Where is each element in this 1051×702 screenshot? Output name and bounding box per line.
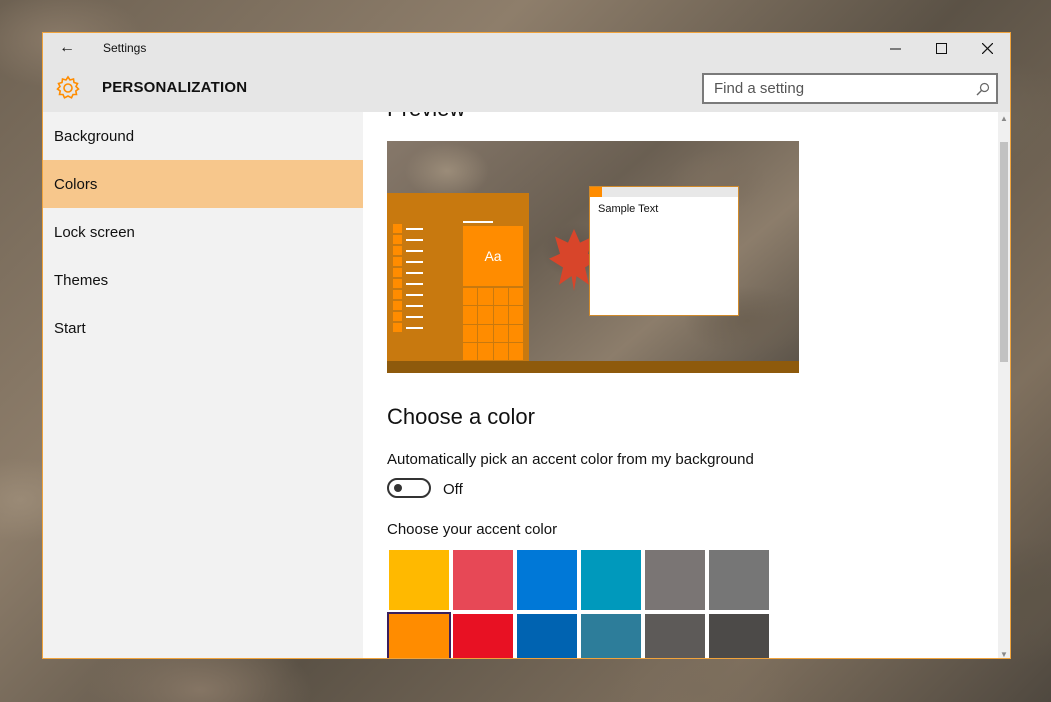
choose-color-heading: Choose a color (387, 404, 535, 429)
accent-color-swatch[interactable] (453, 614, 513, 658)
preview-tile: Aa (463, 226, 523, 286)
preview-sample-window: Sample Text (589, 186, 739, 316)
gear-icon (56, 75, 80, 99)
preview-app-list (393, 223, 423, 333)
accent-color-swatch[interactable] (453, 550, 513, 610)
accent-color-swatch[interactable] (645, 614, 705, 658)
accent-color-swatch[interactable] (387, 612, 451, 658)
maximize-button[interactable] (918, 33, 964, 63)
close-icon (981, 42, 993, 54)
accent-color-swatch[interactable] (709, 550, 769, 610)
back-arrow-icon: ← (59, 39, 75, 56)
main-content: Preview Aa (363, 112, 998, 658)
sidebar-item-colors[interactable]: Colors (43, 160, 363, 208)
auto-pick-label: Automatically pick an accent color from … (387, 451, 754, 468)
color-preview: Aa Sample Text (387, 141, 799, 373)
search-input[interactable] (704, 75, 970, 102)
accent-color-swatch[interactable] (517, 550, 577, 610)
window-controls (872, 33, 1010, 63)
accent-color-grid (387, 550, 769, 658)
maximize-icon (935, 42, 947, 54)
accent-color-swatch[interactable] (389, 550, 449, 610)
preview-tile-grid (463, 288, 523, 360)
accent-color-swatch[interactable] (645, 550, 705, 610)
scrollbar[interactable]: ▲ ▼ (998, 112, 1010, 659)
toggle-knob (394, 484, 402, 492)
sidebar-item-label: Background (54, 127, 135, 145)
sidebar-item-start[interactable]: Start (43, 304, 363, 352)
auto-pick-toggle[interactable] (387, 478, 431, 498)
sidebar-item-lock-screen[interactable]: Lock screen (43, 208, 363, 256)
minimize-button[interactable] (872, 33, 918, 63)
preview-divider (463, 221, 493, 223)
window-title: Settings (103, 41, 147, 55)
minimize-icon (889, 48, 901, 49)
preview-start-menu: Aa (387, 193, 529, 373)
accent-color-label: Choose your accent color (387, 521, 558, 538)
search-icon[interactable] (970, 76, 996, 102)
accent-color-swatch[interactable] (517, 614, 577, 658)
sidebar: Background Colors Lock screen Themes Sta… (43, 112, 363, 658)
scroll-up-icon[interactable]: ▲ (998, 112, 1010, 124)
sidebar-item-themes[interactable]: Themes (43, 256, 363, 304)
accent-color-swatch[interactable] (581, 614, 641, 658)
back-button[interactable]: ← (43, 33, 91, 63)
accent-color-swatch[interactable] (581, 550, 641, 610)
preview-taskbar (387, 361, 799, 373)
close-button[interactable] (964, 33, 1010, 63)
sidebar-item-label: Lock screen (54, 223, 135, 241)
accent-color-swatch[interactable] (709, 614, 769, 658)
sidebar-item-label: Start (54, 319, 86, 337)
search-box[interactable] (702, 73, 998, 104)
sidebar-item-background[interactable]: Background (43, 112, 363, 160)
page-header: PERSONALIZATION (43, 63, 1010, 112)
preview-heading: Preview (387, 112, 465, 122)
sidebar-item-label: Colors (54, 175, 98, 193)
section-title: PERSONALIZATION (102, 79, 248, 96)
sidebar-item-label: Themes (54, 271, 109, 289)
settings-window: ← Settings PERSONALIZATION Find a settin… (42, 32, 1011, 659)
title-bar: ← Settings (43, 33, 1010, 63)
sample-text: Sample Text (598, 203, 659, 215)
scroll-thumb[interactable] (1000, 142, 1008, 362)
toggle-state-label: Off (443, 481, 463, 498)
scroll-down-icon[interactable]: ▼ (998, 648, 1010, 659)
